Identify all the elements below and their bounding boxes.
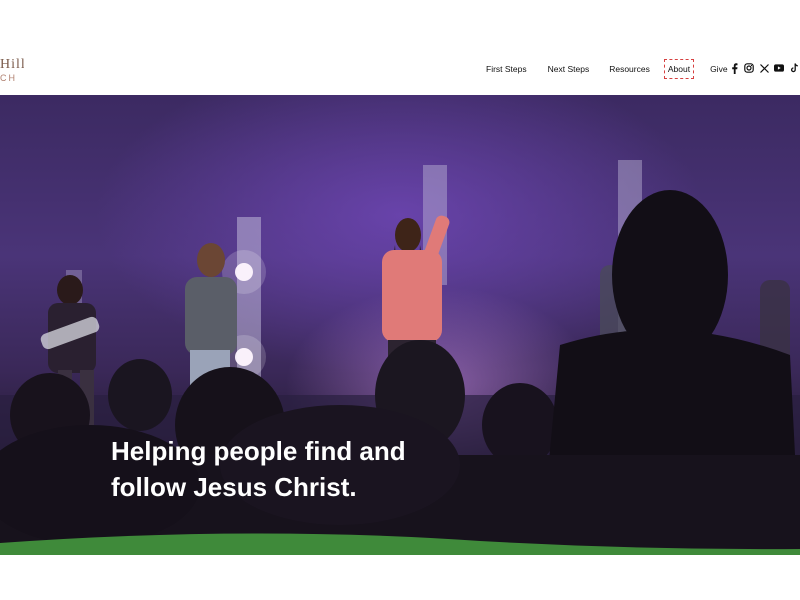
hero-headline: Helping people find and follow Jesus Chr… <box>111 433 406 505</box>
x-icon[interactable] <box>759 62 769 74</box>
instagram-icon[interactable] <box>744 62 754 74</box>
hero-headline-line-1: Helping people find and <box>111 436 406 466</box>
nav-first-steps[interactable]: First Steps <box>486 64 527 74</box>
church-logo[interactable]: Hill CH <box>0 58 24 88</box>
nav-give[interactable]: Give <box>710 64 727 74</box>
logo-text-top: Hill <box>0 58 24 72</box>
nav-resources[interactable]: Resources <box>609 64 650 74</box>
hero-headline-line-2: follow Jesus Christ. <box>111 472 357 502</box>
social-links <box>729 62 800 74</box>
tiktok-icon[interactable] <box>789 62 799 74</box>
main-nav: First Steps Next Steps Resources About G… <box>486 59 728 79</box>
hero-section: Helping people find and follow Jesus Chr… <box>0 95 800 555</box>
facebook-icon[interactable] <box>729 62 739 74</box>
content-area <box>0 555 800 600</box>
nav-about[interactable]: About <box>663 59 695 79</box>
nav-next-steps[interactable]: Next Steps <box>548 64 590 74</box>
site-header: Hill CH First Steps Next Steps Resources… <box>0 0 800 95</box>
youtube-icon[interactable] <box>774 62 784 74</box>
logo-text-bottom: CH <box>0 73 17 83</box>
